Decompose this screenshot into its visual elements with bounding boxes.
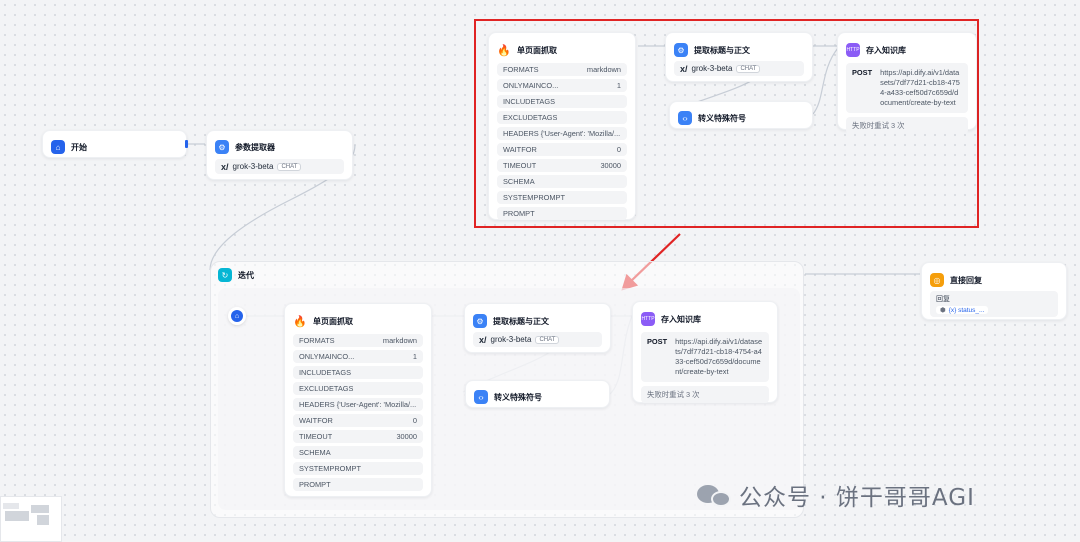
extract-icon: ⚙ — [674, 43, 688, 57]
top-escape-node[interactable]: ‹› 转义特殊符号 — [669, 101, 813, 129]
wechat-icon — [697, 481, 733, 509]
code-icon: ‹› — [678, 111, 692, 125]
top-scrape-field: SCHEMA — [497, 175, 627, 188]
inner-extract-model-tag: CHAT — [535, 335, 560, 344]
iteration-start-node[interactable]: ⌂ — [228, 307, 246, 325]
top-scrape-field: EXCLUDETAGS — [497, 111, 627, 124]
home-icon: ⌂ — [231, 310, 243, 322]
cube-icon: ⬢ — [940, 307, 946, 314]
inner-store-url: https://api.dify.ai/v1/datasets/7df77d21… — [675, 337, 763, 376]
home-icon: ⌂ — [51, 140, 65, 154]
reply-content: 回复 ⬢ {x} status_... — [930, 291, 1058, 317]
inner-scrape-node[interactable]: 🔥 单页面抓取 FORMATS markdown ONLYMAINCO... 1 I… — [284, 303, 432, 497]
top-extract-title: 提取标题与正文 — [694, 45, 750, 55]
inner-scrape-field: WAITFOR 0 — [293, 414, 423, 427]
top-extract-model-tag: CHAT — [736, 64, 761, 73]
http-icon: HTTP — [641, 312, 655, 326]
inner-scrape-field: ONLYMAINCO... 1 — [293, 350, 423, 363]
xai-logo-icon: x/ — [479, 334, 487, 345]
inner-scrape-field: FORMATS markdown — [293, 334, 423, 347]
top-escape-title: 转义特殊符号 — [698, 113, 746, 123]
inner-extract-title: 提取标题与正文 — [493, 316, 549, 326]
inner-store-title: 存入知识库 — [661, 314, 701, 324]
inner-scrape-field: SCHEMA — [293, 446, 423, 459]
inner-scrape-field: HEADERS {'User-Agent': 'Mozilla/... — [293, 398, 423, 411]
minimap[interactable] — [0, 496, 62, 542]
fire-icon: 🔥 — [497, 44, 511, 57]
reply-title: 直接回复 — [950, 275, 982, 285]
extract-icon: ⚙ — [473, 314, 487, 328]
param-model-tag: CHAT — [277, 162, 302, 171]
inner-extract-node[interactable]: ⚙ 提取标题与正文 x/ grok-3-beta CHAT — [464, 303, 611, 353]
top-scrape-field: ONLYMAINCO... 1 — [497, 79, 627, 92]
param-model-name: grok-3-beta — [232, 162, 274, 171]
inner-scrape-field: TIMEOUT 30000 — [293, 430, 423, 443]
reply-variable: ⬢ {x} status_... — [936, 306, 989, 314]
inner-store-request: POST https://api.dify.ai/v1/datasets/7df… — [641, 332, 769, 382]
start-node-output-handle[interactable] — [185, 140, 188, 148]
inner-scrape-field: EXCLUDETAGS — [293, 382, 423, 395]
inner-escape-node[interactable]: ‹› 转义特殊符号 — [465, 380, 610, 408]
code-icon: ‹› — [474, 390, 488, 404]
inner-extract-model-selector[interactable]: x/ grok-3-beta CHAT — [473, 332, 602, 347]
param-extractor-title: 参数提取器 — [235, 142, 275, 152]
inner-store-retry: 失败时重试 3 次 — [641, 386, 769, 403]
fire-icon: 🔥 — [293, 315, 307, 328]
inner-escape-title: 转义特殊符号 — [494, 392, 542, 402]
inner-store-node[interactable]: HTTP 存入知识库 POST https://api.dify.ai/v1/d… — [632, 301, 778, 403]
top-scrape-field: TIMEOUT 30000 — [497, 159, 627, 172]
start-node-title: 开始 — [71, 142, 87, 152]
inner-scrape-title: 单页面抓取 — [313, 316, 353, 326]
top-scrape-field: FORMATS markdown — [497, 63, 627, 76]
iteration-header: ↻ 迭代 — [218, 268, 254, 282]
reply-node[interactable]: ◎ 直接回复 回复 ⬢ {x} status_... — [921, 262, 1067, 320]
top-extract-model-selector[interactable]: x/ grok-3-beta CHAT — [674, 61, 804, 76]
top-scrape-title: 单页面抓取 — [517, 45, 557, 55]
param-model-selector[interactable]: x/ grok-3-beta CHAT — [215, 159, 344, 174]
watermark-text: 公众号 · 饼干哥哥AGI — [739, 485, 975, 511]
watermark: 公众号 · 饼干哥哥AGI — [697, 478, 975, 512]
iteration-title: 迭代 — [238, 270, 254, 280]
xai-logo-icon: x/ — [680, 63, 688, 74]
top-store-retry: 失败时重试 3 次 — [846, 117, 968, 134]
top-store-url: https://api.dify.ai/v1/datasets/7df77d21… — [880, 68, 960, 107]
param-extractor-icon: ⚙ — [215, 140, 229, 154]
param-extractor-node[interactable]: ⚙ 参数提取器 x/ grok-3-beta CHAT — [206, 130, 353, 180]
top-scrape-field: PROMPT — [497, 207, 627, 220]
xai-logo-icon: x/ — [221, 161, 229, 172]
start-node[interactable]: ⌂ 开始 — [42, 130, 187, 158]
top-scrape-field: INCLUDETAGS — [497, 95, 627, 108]
reply-icon: ◎ — [930, 273, 944, 287]
inner-extract-model-name: grok-3-beta — [490, 335, 532, 344]
top-scrape-field: WAITFOR 0 — [497, 143, 627, 156]
top-store-method: POST — [852, 68, 873, 77]
top-scrape-node[interactable]: 🔥 单页面抓取 FORMATS markdown ONLYMAINCO... 1 I… — [488, 32, 636, 220]
top-store-title: 存入知识库 — [866, 45, 906, 55]
top-scrape-field: HEADERS {'User-Agent': 'Mozilla/... — [497, 127, 627, 140]
http-icon: HTTP — [846, 43, 860, 57]
top-extract-model-name: grok-3-beta — [691, 64, 733, 73]
top-store-request: POST https://api.dify.ai/v1/datasets/7df… — [846, 63, 968, 113]
top-store-node[interactable]: HTTP 存入知识库 POST https://api.dify.ai/v1/d… — [837, 32, 977, 134]
inner-scrape-field: SYSTEMPROMPT — [293, 462, 423, 475]
inner-scrape-field: INCLUDETAGS — [293, 366, 423, 379]
reply-label: 回复 — [936, 296, 950, 303]
top-scrape-field: SYSTEMPROMPT — [497, 191, 627, 204]
top-extract-node[interactable]: ⚙ 提取标题与正文 x/ grok-3-beta CHAT — [665, 32, 813, 82]
inner-scrape-field: PROMPT — [293, 478, 423, 491]
inner-store-method: POST — [647, 337, 668, 346]
loop-icon: ↻ — [218, 268, 232, 282]
